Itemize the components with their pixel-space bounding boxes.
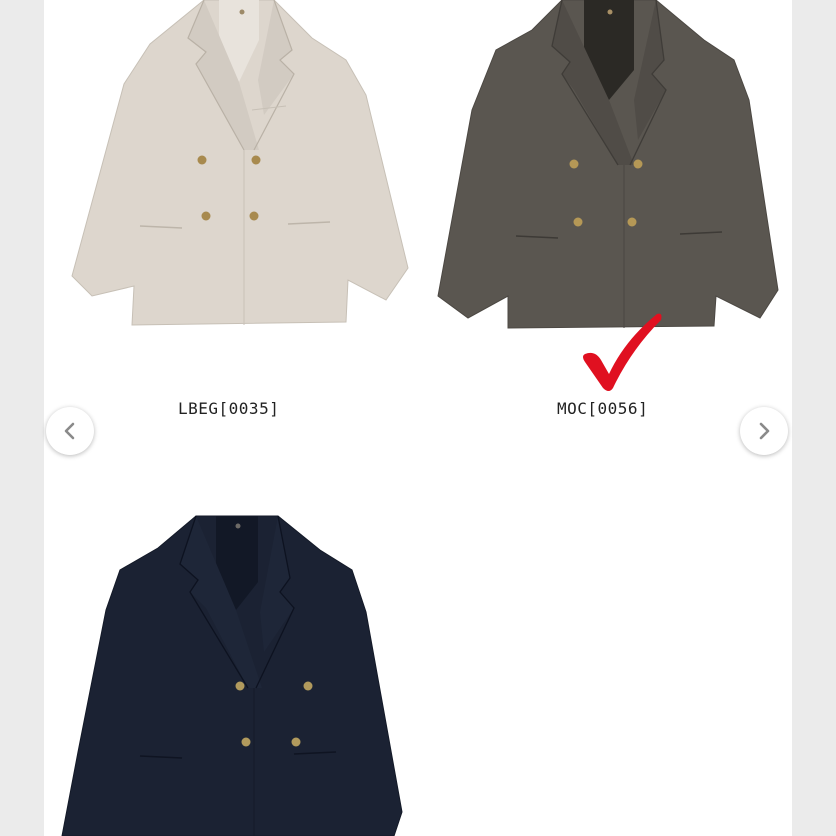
product-gallery-panel: LBEG[0035] MOC[0056] <box>44 0 792 836</box>
checkmark-icon <box>579 308 669 398</box>
product-image-empty <box>434 512 784 836</box>
product-image-lbeg[interactable] <box>54 0 414 335</box>
carousel-next-button[interactable] <box>740 407 788 455</box>
product-image-moc[interactable] <box>434 0 784 335</box>
chevron-right-icon <box>759 422 770 440</box>
carousel-prev-button[interactable] <box>46 407 94 455</box>
product-image-navy[interactable] <box>58 512 408 836</box>
chevron-left-icon <box>64 422 75 440</box>
product-label-moc: MOC[0056] <box>557 399 649 418</box>
product-label-lbeg: LBEG[0035] <box>178 399 280 418</box>
